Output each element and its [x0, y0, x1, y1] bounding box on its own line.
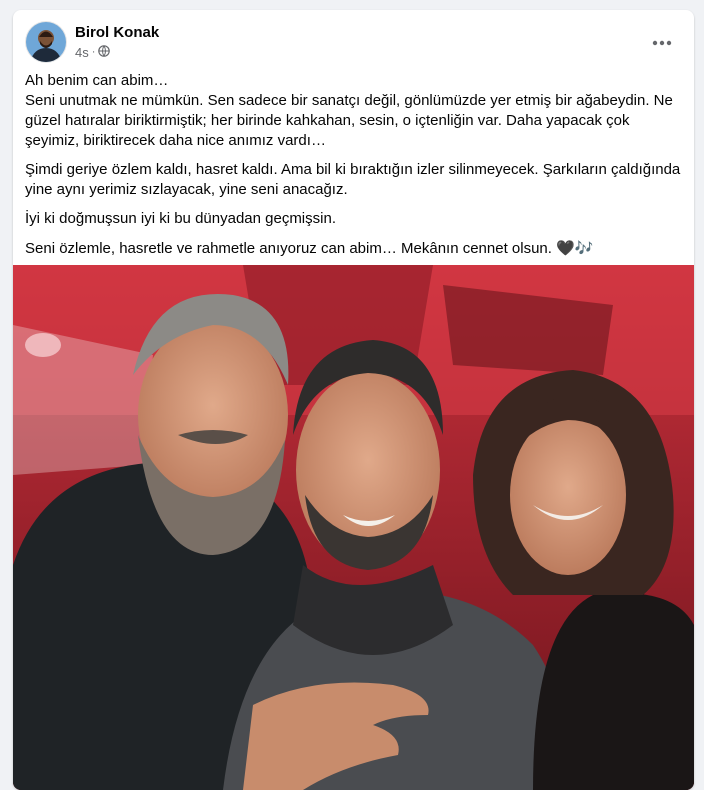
post-paragraph-3: İyi ki doğmuşsun iyi ki bu dünyadan geçm…	[25, 209, 685, 229]
post-line-memories: Seni unutmak ne mümkün. Sen sadece bir s…	[25, 92, 673, 149]
post-line-farewell: Seni özlemle, hasretle ve rahmetle anıyo…	[25, 240, 594, 257]
more-options-icon	[652, 33, 672, 51]
post-header: Birol Konak 4s ·	[13, 10, 694, 70]
post-card: Birol Konak 4s · Ah benim can abim… Seni…	[13, 10, 694, 790]
post-meta: 4s ·	[75, 45, 111, 60]
post-paragraph-1: Ah benim can abim… Seni unutmak ne mümkü…	[25, 71, 685, 151]
post-paragraph-4: Seni özlemle, hasretle ve rahmetle anıyo…	[25, 239, 685, 259]
author-name[interactable]: Birol Konak	[75, 24, 159, 41]
avatar-image	[26, 22, 66, 62]
author-avatar[interactable]	[26, 22, 66, 62]
selfie-image	[13, 265, 694, 790]
more-options-button[interactable]	[644, 28, 680, 56]
post-line-longing: Şimdi geriye özlem kaldı, hasret kaldı. …	[25, 161, 681, 198]
separator-dot: ·	[91, 46, 96, 58]
post-photo[interactable]	[13, 265, 694, 790]
post-line-birth: İyi ki doğmuşsun iyi ki bu dünyadan geçm…	[25, 210, 336, 227]
post-time[interactable]: 4s	[75, 45, 89, 60]
post-line-greeting: Ah benim can abim…	[25, 72, 169, 89]
globe-icon[interactable]	[98, 45, 111, 60]
post-paragraph-2: Şimdi geriye özlem kaldı, hasret kaldı. …	[25, 160, 685, 200]
post-text: Ah benim can abim… Seni unutmak ne mümkü…	[25, 71, 685, 268]
